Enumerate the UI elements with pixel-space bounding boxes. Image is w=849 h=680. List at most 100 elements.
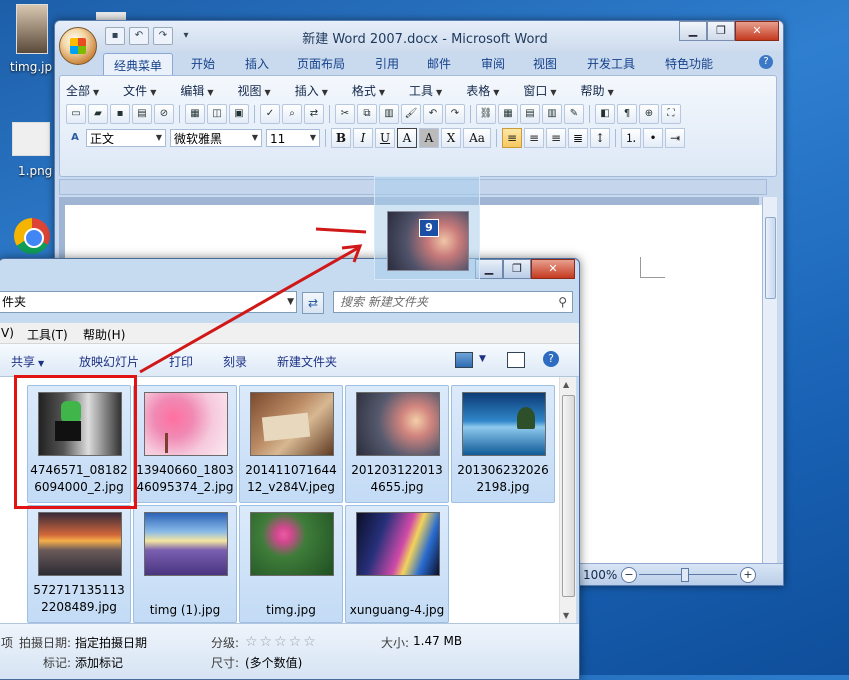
table-icon[interactable]: ▦: [498, 104, 518, 124]
tab-view[interactable]: 视图: [533, 55, 557, 72]
zoom-slider-thumb[interactable]: [681, 568, 689, 582]
tab-references[interactable]: 引用: [375, 55, 399, 72]
char-shading-button[interactable]: A: [419, 128, 439, 148]
paste-icon[interactable]: ▥: [379, 104, 399, 124]
line-spacing-icon[interactable]: ↕: [590, 128, 610, 148]
permission-icon[interactable]: ⊘: [154, 104, 174, 124]
minimize-button[interactable]: ▁: [679, 21, 707, 41]
align-center-icon[interactable]: ≡: [524, 128, 544, 148]
menu-view[interactable]: V): [1, 326, 14, 340]
tab-review[interactable]: 审阅: [481, 55, 505, 72]
share-button[interactable]: 共享 ▼: [11, 353, 44, 370]
file-tile[interactable]: 20141107164412_v284V.jpeg: [239, 385, 343, 503]
file-tile[interactable]: 13940660_180346095374_2.jpg: [133, 385, 237, 503]
full-screen-icon[interactable]: ⛶: [661, 104, 681, 124]
font-size-select[interactable]: 11 ▼: [266, 129, 320, 147]
align-left-icon[interactable]: ≡: [502, 128, 522, 148]
chevron-down-icon[interactable]: ▼: [479, 354, 486, 364]
tab-insert[interactable]: 插入: [245, 55, 269, 72]
underline-button[interactable]: U: [375, 128, 395, 148]
open-folder-icon[interactable]: ▰: [88, 104, 108, 124]
font-select[interactable]: 微软雅黑 ▼: [170, 129, 262, 147]
vertical-scrollbar[interactable]: ▲ ▼: [559, 377, 576, 623]
search-icon[interactable]: ⚲: [558, 292, 567, 312]
save-icon[interactable]: ▪: [105, 27, 125, 45]
tab-developer[interactable]: 开发工具: [587, 55, 635, 72]
maximize-button[interactable]: ❐: [503, 259, 531, 279]
translate-icon[interactable]: ⇄: [304, 104, 324, 124]
columns-icon[interactable]: ▥: [542, 104, 562, 124]
print-button[interactable]: 打印: [169, 353, 193, 370]
zoom-level[interactable]: 100%: [583, 568, 617, 582]
numbering-icon[interactable]: ⒈: [621, 128, 641, 148]
menu-tools[interactable]: 工具(T): [27, 326, 68, 343]
file-tile[interactable]: timg (1).jpg: [133, 505, 237, 623]
bold-button[interactable]: B: [331, 128, 351, 148]
file-tile[interactable]: 5727171351132208489.jpg: [27, 505, 131, 623]
menu-view[interactable]: 视图 ▼: [238, 82, 271, 99]
link-icon[interactable]: ⛓: [476, 104, 496, 124]
close-button[interactable]: ✕: [531, 259, 575, 279]
address-bar[interactable]: 件夹 ▼: [0, 291, 297, 313]
rating-stars[interactable]: ☆☆☆☆☆: [245, 634, 318, 650]
scroll-up-icon[interactable]: ▲: [563, 380, 569, 389]
tab-page-layout[interactable]: 页面布局: [297, 55, 345, 72]
cut-icon[interactable]: ✂: [335, 104, 355, 124]
view-mode-icon[interactable]: ▣: [229, 104, 249, 124]
slideshow-button[interactable]: 放映幻灯片: [79, 353, 139, 370]
new-folder-button[interactable]: 新建文件夹: [277, 353, 337, 370]
menu-help[interactable]: 帮助 ▼: [581, 82, 614, 99]
scroll-down-icon[interactable]: ▼: [563, 611, 569, 620]
drawing-icon[interactable]: ✎: [564, 104, 584, 124]
menu-insert[interactable]: 插入 ▼: [295, 82, 328, 99]
view-options-icon[interactable]: [455, 352, 473, 368]
tab-classic-menu[interactable]: 经典菜单: [103, 53, 174, 77]
new-document-icon[interactable]: ▭: [66, 104, 86, 124]
tab-special-features[interactable]: 特色功能: [665, 55, 713, 72]
search-input[interactable]: 搜索 新建文件夹 ⚲: [333, 291, 573, 313]
chevron-down-icon[interactable]: ▼: [287, 292, 294, 312]
undo-icon[interactable]: ↶: [129, 27, 149, 45]
chrome-icon[interactable]: [14, 218, 50, 254]
undo-icon[interactable]: ↶: [423, 104, 443, 124]
burn-button[interactable]: 刻录: [223, 353, 247, 370]
help-icon[interactable]: ?: [759, 55, 773, 69]
menu-help[interactable]: 帮助(H): [83, 326, 125, 343]
redo-icon[interactable]: ↷: [445, 104, 465, 124]
help-icon[interactable]: ?: [543, 351, 559, 367]
menu-tools[interactable]: 工具 ▼: [409, 82, 442, 99]
style-select[interactable]: 正文 ▼: [86, 129, 166, 147]
zoom-out-button[interactable]: −: [621, 567, 637, 583]
italic-button[interactable]: I: [353, 128, 373, 148]
menu-format[interactable]: 格式 ▼: [352, 82, 385, 99]
research-icon[interactable]: ⌕: [282, 104, 302, 124]
refresh-icon[interactable]: ⇄: [302, 292, 324, 314]
maximize-button[interactable]: ❐: [707, 21, 735, 41]
save-icon[interactable]: ▪: [110, 104, 130, 124]
vertical-scrollbar[interactable]: [762, 197, 777, 563]
file-tile[interactable]: 2013062320262198.jpg: [451, 385, 555, 503]
menu-window[interactable]: 窗口 ▼: [523, 82, 556, 99]
bullets-icon[interactable]: •: [643, 128, 663, 148]
desktop-icon-png[interactable]: [12, 122, 50, 156]
zoom-icon[interactable]: ⊕: [639, 104, 659, 124]
spelling-icon[interactable]: ✓: [260, 104, 280, 124]
format-painter-icon[interactable]: 🖌: [401, 104, 421, 124]
menu-file[interactable]: 文件 ▼: [123, 82, 156, 99]
menu-table[interactable]: 表格 ▼: [466, 82, 499, 99]
char-border-button[interactable]: A: [397, 128, 417, 148]
zoom-in-button[interactable]: +: [740, 567, 756, 583]
menu-all[interactable]: 全部 ▼: [66, 82, 99, 99]
copy-icon[interactable]: ⧉: [357, 104, 377, 124]
close-button[interactable]: ✕: [735, 21, 779, 41]
date-value[interactable]: 指定拍摄日期: [75, 634, 147, 651]
tab-home[interactable]: 开始: [191, 55, 215, 72]
show-hide-icon[interactable]: ¶: [617, 104, 637, 124]
file-tile[interactable]: timg.jpg: [239, 505, 343, 623]
tags-value[interactable]: 添加标记: [75, 654, 123, 671]
print-icon[interactable]: ▦: [185, 104, 205, 124]
insert-table-icon[interactable]: ▤: [520, 104, 540, 124]
preview-icon[interactable]: ◫: [207, 104, 227, 124]
indent-icon[interactable]: ⇥: [665, 128, 685, 148]
document-map-icon[interactable]: ◧: [595, 104, 615, 124]
